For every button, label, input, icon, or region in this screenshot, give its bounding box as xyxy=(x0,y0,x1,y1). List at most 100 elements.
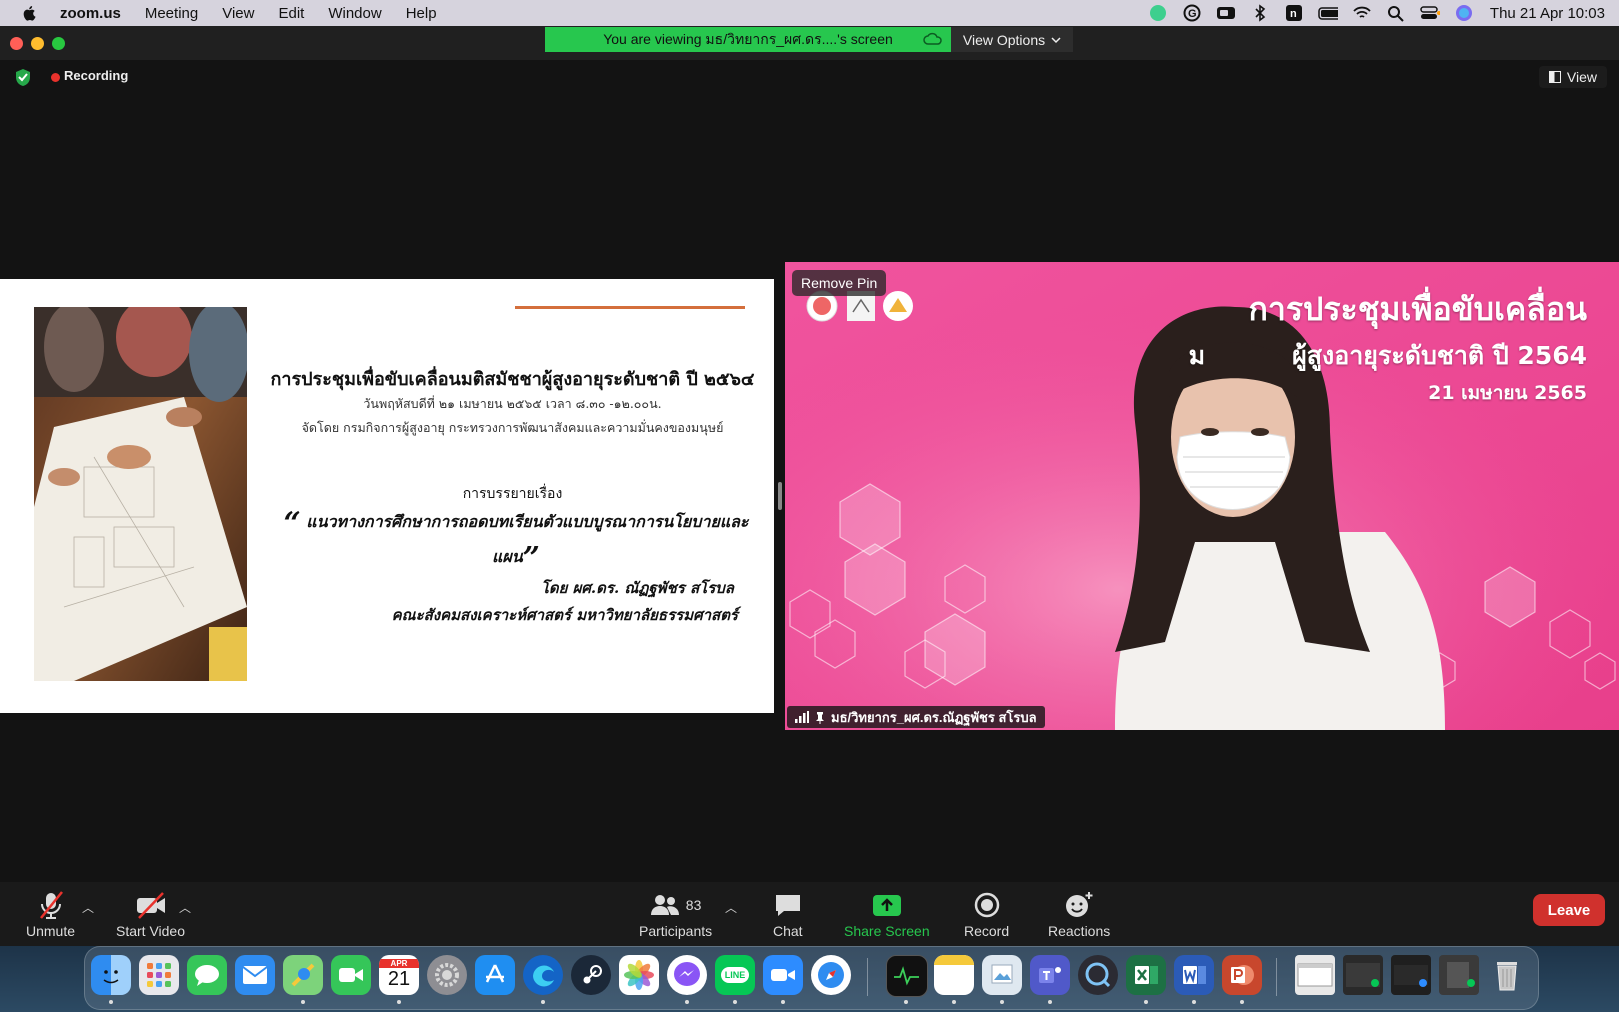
g-icon[interactable]: G xyxy=(1182,4,1202,22)
video-background-title: การประชุมเพื่อขับเคลื่อน xyxy=(1248,290,1587,328)
start-video-label: Start Video xyxy=(116,923,186,939)
viewing-banner-text: You are viewing มธ/วิทยากร_ผศ.ดร....'s s… xyxy=(603,30,893,47)
view-button[interactable]: View xyxy=(1538,66,1607,88)
finder-icon[interactable] xyxy=(91,955,131,995)
menu-view[interactable]: View xyxy=(222,5,254,22)
steam-icon[interactable] xyxy=(571,955,611,995)
minimized-window-3-icon[interactable] xyxy=(1391,955,1431,995)
preview-icon[interactable] xyxy=(982,955,1022,995)
running-indicator xyxy=(301,1000,305,1004)
zoom-window: You are viewing มธ/วิทยากร_ผศ.ดร....'s s… xyxy=(0,26,1619,946)
safari-icon[interactable] xyxy=(811,955,851,995)
grammarly-icon[interactable] xyxy=(1148,4,1168,22)
minimized-window-2-icon[interactable] xyxy=(1343,955,1383,995)
search-icon[interactable] xyxy=(1386,4,1406,22)
shared-screen: การประชุมเพื่อขับเคลื่อนมติสมัชชาผู้สูงอ… xyxy=(0,279,774,713)
menu-help[interactable]: Help xyxy=(406,5,437,22)
share-screen-label: Share Screen xyxy=(844,923,930,939)
share-screen-icon xyxy=(872,890,902,920)
fullscreen-window-button[interactable] xyxy=(52,37,65,50)
minimized-window-1-icon[interactable] xyxy=(1295,955,1335,995)
running-indicator xyxy=(1000,1000,1004,1004)
unmute-label: Unmute xyxy=(26,923,76,939)
video-off-icon xyxy=(135,890,167,920)
quicktime-icon[interactable] xyxy=(1078,955,1118,995)
video-background-date: 21 เมษายน 2565 xyxy=(1428,382,1587,404)
running-indicator xyxy=(1240,1000,1244,1004)
unmute-button[interactable]: Unmute xyxy=(26,890,75,939)
shield-icon[interactable] xyxy=(14,68,32,87)
battery-icon[interactable] xyxy=(1318,4,1338,22)
pin-icon xyxy=(816,711,824,724)
participants-button[interactable]: 83 Participants xyxy=(639,890,712,939)
share-screen-button[interactable]: Share Screen xyxy=(844,890,930,939)
close-window-button[interactable] xyxy=(10,37,23,50)
audio-options-caret-icon[interactable]: ︿ xyxy=(82,899,94,916)
zoom-icon[interactable] xyxy=(1216,4,1236,22)
minimize-window-button[interactable] xyxy=(31,37,44,50)
viewing-banner: You are viewing มธ/วิทยากร_ผศ.ดร....'s s… xyxy=(545,27,951,52)
reactions-button[interactable]: Reactions xyxy=(1048,890,1110,939)
launchpad-icon[interactable] xyxy=(139,955,179,995)
siri-icon[interactable] xyxy=(1454,4,1474,22)
wifi-icon[interactable] xyxy=(1352,4,1372,22)
control-center-icon[interactable] xyxy=(1420,4,1440,22)
record-button[interactable]: Record xyxy=(964,890,1009,939)
leave-button[interactable]: Leave xyxy=(1533,894,1605,926)
mail-icon[interactable] xyxy=(235,955,275,995)
facetime-icon[interactable] xyxy=(331,955,371,995)
recording-label[interactable]: Recording xyxy=(64,68,128,83)
teams-icon[interactable] xyxy=(1030,955,1070,995)
system-preferences-icon[interactable] xyxy=(427,955,467,995)
line-icon[interactable]: LINE xyxy=(715,955,755,995)
calendar-icon[interactable]: APR 21 xyxy=(379,955,419,995)
running-indicator xyxy=(541,1000,545,1004)
record-icon xyxy=(973,890,1001,920)
powerpoint-icon[interactable] xyxy=(1222,955,1262,995)
record-label: Record xyxy=(964,923,1010,939)
activity-monitor-icon[interactable] xyxy=(886,955,928,997)
apple-icon[interactable] xyxy=(22,4,38,22)
messages-icon[interactable] xyxy=(187,955,227,995)
view-button-label: View xyxy=(1566,69,1597,85)
running-indicator xyxy=(1192,1000,1196,1004)
reactions-label: Reactions xyxy=(1048,923,1111,939)
messenger-icon[interactable] xyxy=(667,955,707,995)
photos-icon[interactable] xyxy=(619,955,659,995)
chat-button[interactable]: Chat xyxy=(773,890,803,939)
layout-icon xyxy=(1548,71,1561,83)
notion-icon[interactable]: n xyxy=(1284,4,1304,22)
menu-bar: zoom.us Meeting View Edit Window Help G … xyxy=(0,0,1619,26)
slide-faculty: คณะสังคมสงเคราะห์ศาสตร์ มหาวิทยาลัยธรรมศ… xyxy=(391,606,738,624)
trash-icon[interactable] xyxy=(1487,955,1527,995)
running-indicator xyxy=(397,1000,401,1004)
running-indicator xyxy=(109,1000,113,1004)
video-options-caret-icon[interactable]: ︿ xyxy=(179,899,191,916)
running-indicator xyxy=(685,1000,689,1004)
minimized-window-4-icon[interactable] xyxy=(1439,955,1479,995)
bluetooth-icon[interactable] xyxy=(1250,4,1270,22)
edge-icon[interactable] xyxy=(523,955,563,995)
zoom-app-icon[interactable] xyxy=(763,955,803,995)
slide-lecture-label: การบรรยายเรื่อง xyxy=(462,486,563,502)
view-options-button[interactable]: View Options xyxy=(951,27,1073,52)
menu-meeting[interactable]: Meeting xyxy=(145,5,198,22)
word-icon[interactable] xyxy=(1174,955,1214,995)
excel-icon[interactable] xyxy=(1126,955,1166,995)
dock-separator xyxy=(867,958,868,996)
start-video-button[interactable]: Start Video xyxy=(116,890,185,939)
calendar-day: 21 xyxy=(387,968,411,990)
remove-pin-button[interactable]: Remove Pin xyxy=(792,270,887,296)
menu-app-name[interactable]: zoom.us xyxy=(60,5,121,22)
split-view-resize-handle[interactable] xyxy=(778,482,782,510)
maps-icon[interactable] xyxy=(283,955,323,995)
slide-date-line: วันพฤหัสบดีที่ ๒๑ เมษายน ๒๕๖๕ เวลา ๘.๓๐ … xyxy=(363,396,662,411)
menu-edit[interactable]: Edit xyxy=(278,5,304,22)
slide-topic: “ แนวทางการศึกษาการถอดบทเรียนตัวแบบบูรณา… xyxy=(268,506,764,576)
title-bar: You are viewing มธ/วิทยากร_ผศ.ดร....'s s… xyxy=(0,26,1619,60)
participants-caret-icon[interactable]: ︿ xyxy=(725,899,737,916)
menu-window[interactable]: Window xyxy=(328,5,381,22)
notes-icon[interactable] xyxy=(934,955,974,995)
app-store-icon[interactable] xyxy=(475,955,515,995)
menubar-clock[interactable]: Thu 21 Apr 10:03 xyxy=(1490,5,1605,22)
